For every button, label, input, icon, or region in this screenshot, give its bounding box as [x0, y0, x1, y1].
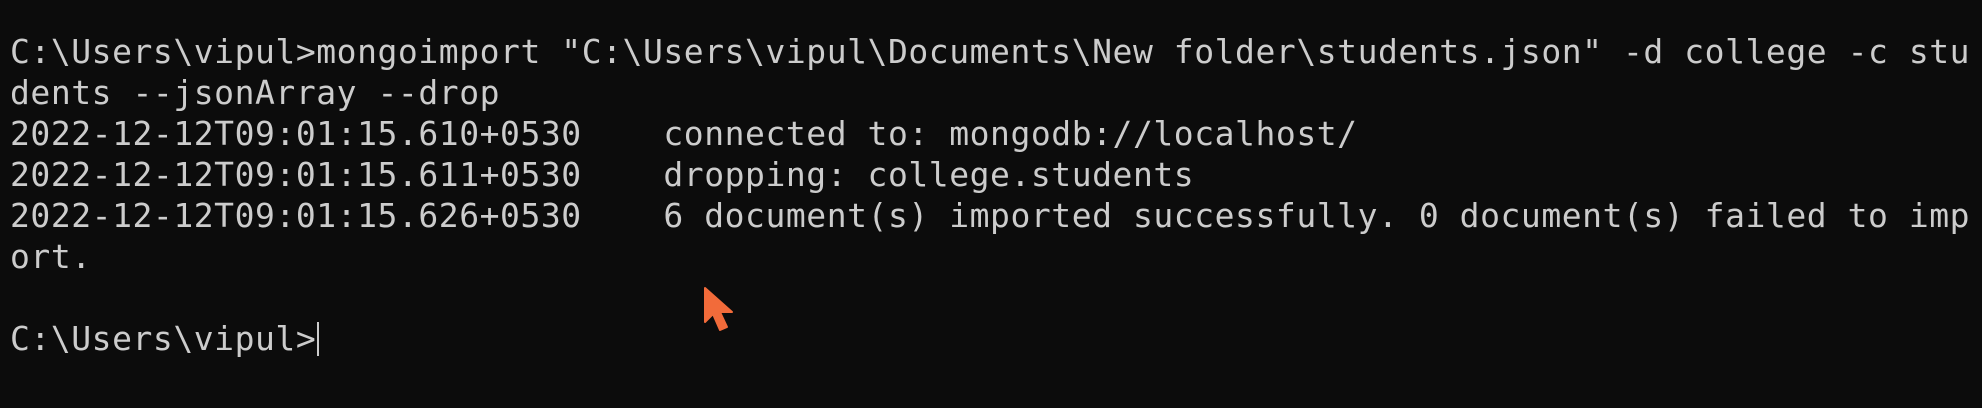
terminal-line: 2022-12-12T09:01:15.626+0530 6 document(…	[10, 196, 1971, 235]
terminal-line: ort.	[10, 237, 92, 276]
arrow-pointer-icon	[704, 287, 733, 331]
terminal-line: 2022-12-12T09:01:15.611+0530 dropping: c…	[10, 155, 1195, 194]
text-caret	[317, 321, 320, 356]
terminal-line: 2022-12-12T09:01:15.610+0530 connected t…	[10, 114, 1358, 153]
terminal-line: dents --jsonArray --drop	[10, 73, 501, 112]
prompt-text: C:\Users\vipul>	[10, 319, 317, 358]
terminal-line: C:\Users\vipul>mongoimport "C:\Users\vip…	[10, 32, 1971, 71]
terminal-window[interactable]: C:\Users\vipul>mongoimport "C:\Users\vip…	[0, 0, 1982, 408]
command-prompt-line[interactable]: C:\Users\vipul>	[10, 318, 1982, 359]
